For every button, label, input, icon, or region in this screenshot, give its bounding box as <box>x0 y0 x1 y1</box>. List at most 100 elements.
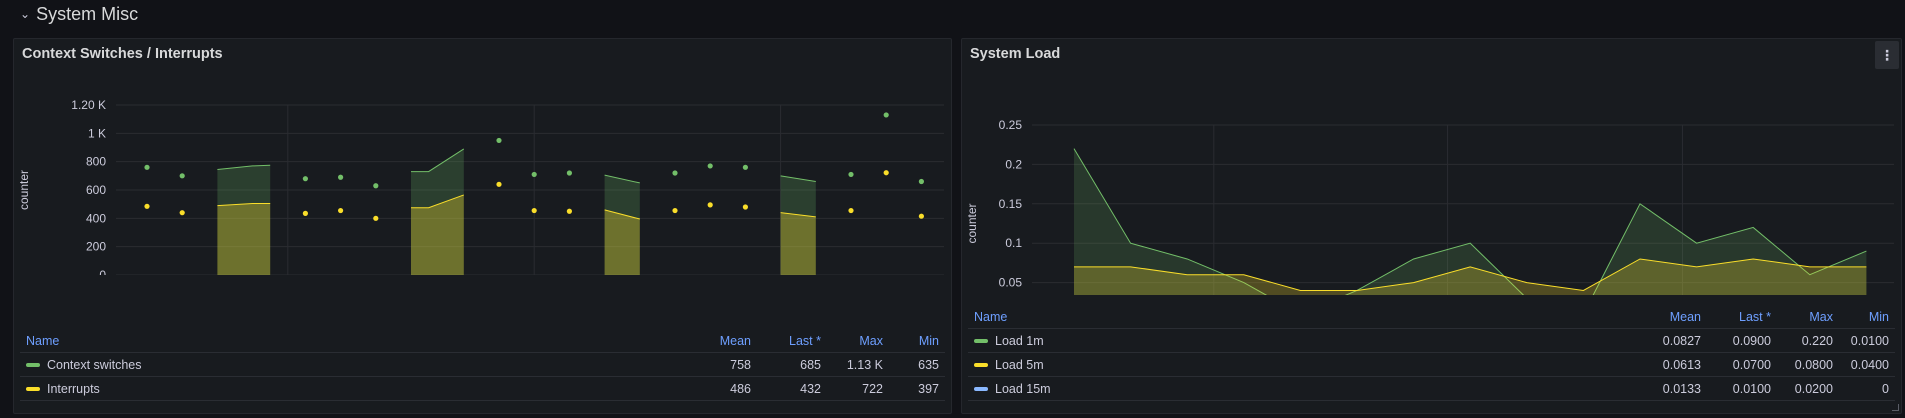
system-load-chart: 00.050.10.150.20.2501:1001:1501:20counte… <box>965 118 1894 295</box>
y-axis-label: counter <box>17 170 31 210</box>
legend-table: Name Mean Last * Max Min Load 1m 0.0827 … <box>968 306 1895 401</box>
y-tick-label: 600 <box>86 183 106 197</box>
y-tick-label: 0 <box>99 268 106 275</box>
legend-series-name[interactable]: Load 1m <box>995 334 1044 348</box>
y-tick-label: 0.1 <box>1005 236 1022 250</box>
legend-mean: 0.0613 <box>1621 352 1707 377</box>
legend-last: 0.0900 <box>1707 328 1777 353</box>
legend-series-name[interactable]: Context switches <box>47 358 141 372</box>
data-point <box>742 204 749 210</box>
legend-max: 722 <box>827 376 889 401</box>
data-point <box>707 163 713 169</box>
panel-context-switches: Context Switches / Interrupts 0 200 400 600… <box>13 38 952 414</box>
y-tick-label: 0.25 <box>999 118 1023 132</box>
legend-header-mean[interactable]: Mean <box>671 330 757 353</box>
resize-handle[interactable] <box>1892 404 1899 411</box>
legend-header-name[interactable]: Name <box>20 330 671 353</box>
legend-min: 0.0100 <box>1839 328 1895 353</box>
series-color-swatch[interactable] <box>974 363 988 368</box>
legend-row[interactable]: Interrupts 486 432 722 397 <box>20 376 945 401</box>
data-point <box>144 203 150 209</box>
data-point <box>373 183 379 189</box>
legend-mean: 758 <box>671 352 757 377</box>
series-area <box>604 209 640 275</box>
data-point <box>848 207 854 214</box>
data-point <box>848 171 854 178</box>
legend-header-last[interactable]: Last * <box>1707 306 1777 329</box>
data-point <box>338 207 344 214</box>
data-point <box>566 208 573 214</box>
legend-header-min[interactable]: Min <box>889 330 945 353</box>
legend-header-mean[interactable]: Mean <box>1621 306 1707 329</box>
row-header-system-misc[interactable]: ⌄ System Misc <box>20 2 138 26</box>
kebab-menu-icon[interactable]: ⋮ <box>1875 41 1899 69</box>
series-color-swatch[interactable] <box>974 387 988 392</box>
legend-min: 0 <box>1839 376 1895 401</box>
legend-row[interactable]: Load 5m 0.0613 0.0700 0.0800 0.0400 <box>968 352 1895 377</box>
legend-last: 0.0100 <box>1707 376 1777 401</box>
y-axis-label: counter <box>965 203 979 243</box>
legend-max: 0.0800 <box>1777 352 1839 377</box>
legend-table: Name Mean Last * Max Min Context switche… <box>20 330 945 401</box>
data-point <box>742 164 749 170</box>
data-point <box>707 202 713 208</box>
legend-header-max[interactable]: Max <box>827 330 889 353</box>
data-point <box>883 170 889 176</box>
series-area <box>780 212 816 275</box>
data-point <box>531 207 537 214</box>
data-point <box>179 173 185 179</box>
legend-series-name[interactable]: Load 5m <box>995 358 1044 372</box>
legend-max: 0.0200 <box>1777 376 1839 401</box>
panel-title[interactable]: Context Switches / Interrupts <box>22 46 223 62</box>
data-point <box>373 215 379 221</box>
context-switches-chart: 02004006008001 K1.20 K01:1001:1501:20cou… <box>17 98 944 275</box>
legend-last: 685 <box>757 352 827 377</box>
legend-row[interactable]: Load 15m 0.0133 0.0100 0.0200 0 <box>968 376 1895 401</box>
data-point <box>918 213 925 219</box>
legend-min: 397 <box>889 376 945 401</box>
y-tick-label: 400 <box>86 211 106 225</box>
legend-last: 0.0700 <box>1707 352 1777 377</box>
series-color-swatch[interactable] <box>26 387 40 392</box>
series-color-swatch[interactable] <box>26 363 40 368</box>
legend-header-last[interactable]: Last * <box>757 330 827 353</box>
legend-header-max[interactable]: Max <box>1777 306 1839 329</box>
legend-max: 1.13 K <box>827 352 889 377</box>
y-tick-label: 800 <box>86 155 106 169</box>
panel-title[interactable]: System Load <box>970 46 1060 62</box>
series-color-swatch[interactable] <box>974 339 988 344</box>
legend-mean: 0.0133 <box>1621 376 1707 401</box>
legend-min: 635 <box>889 352 945 377</box>
legend-header-name[interactable]: Name <box>968 306 1621 329</box>
y-tick-label: 0.15 <box>999 197 1023 211</box>
series-area <box>217 203 271 275</box>
legend-max: 0.220 <box>1777 328 1839 353</box>
legend-row[interactable]: Load 1m 0.0827 0.0900 0.220 0.0100 <box>968 328 1895 353</box>
legend-last: 432 <box>757 376 827 401</box>
data-point <box>338 174 344 180</box>
data-point <box>179 210 185 216</box>
data-point <box>496 181 502 187</box>
row-title: System Misc <box>36 3 139 24</box>
panel-system-load: System Load ⋮ 00.050.10.150.20.2501:1001… <box>961 38 1902 414</box>
legend-row[interactable]: Context switches 758 685 1.13 K 635 <box>20 352 945 377</box>
data-point <box>302 210 308 216</box>
legend-mean: 0.0827 <box>1621 328 1707 353</box>
data-point <box>531 171 537 178</box>
legend-series-name[interactable]: Load 15m <box>995 382 1051 396</box>
legend-series-name[interactable]: Interrupts <box>47 382 100 396</box>
legend-min: 0.0400 <box>1839 352 1895 377</box>
data-point <box>566 170 573 176</box>
chevron-down-icon[interactable]: ⌄ <box>20 7 30 21</box>
y-tick-label: 0.05 <box>999 276 1023 290</box>
y-tick-label: 0.2 <box>1005 157 1022 171</box>
data-point <box>144 164 150 170</box>
legend-header-min[interactable]: Min <box>1839 306 1895 329</box>
data-point <box>883 112 889 118</box>
legend-mean: 486 <box>671 376 757 401</box>
y-tick-label: 1.20 K <box>71 98 106 112</box>
data-point <box>672 170 678 176</box>
y-tick-label: 1 K <box>88 126 106 140</box>
data-point <box>302 176 308 182</box>
data-point <box>496 137 502 144</box>
